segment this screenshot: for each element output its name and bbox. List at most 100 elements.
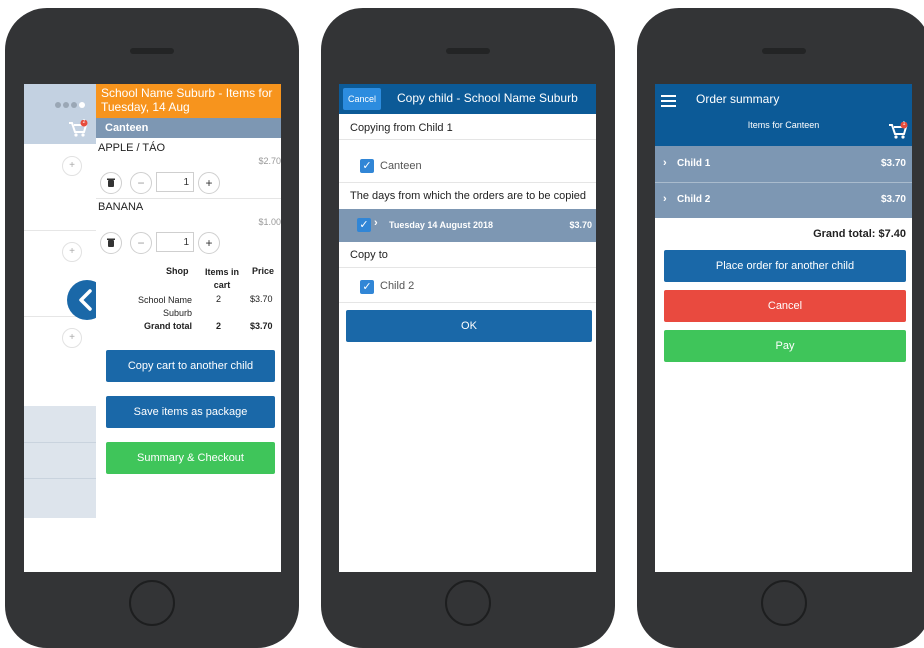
chevron-right-icon: ›	[374, 217, 378, 229]
day-row[interactable]: ✓ › Tuesday 14 August 2018 $3.70	[339, 209, 596, 242]
quantity-input[interactable]: 1	[156, 172, 194, 192]
cart-panel: School Name Suburb - Items for Tuesday, …	[96, 84, 281, 572]
check-icon: ✓	[362, 160, 372, 172]
check-icon: ✓	[359, 219, 369, 231]
day-price: $3.70	[569, 220, 592, 230]
copying-from-label: Copying from Child 1	[350, 122, 453, 134]
table-total-price: $3.70	[250, 321, 273, 331]
save-package-button[interactable]: Save items as package	[106, 396, 275, 428]
cart-item: APPLE / TÁO $2.70 − 1 +	[96, 138, 281, 199]
child-amount: $3.70	[880, 158, 906, 169]
hamburger-menu-icon[interactable]	[661, 94, 677, 108]
dialog-header: Cancel Copy child - School Name Suburb	[339, 84, 596, 114]
child-name: Child 2	[677, 194, 711, 205]
plus-button[interactable]: +	[198, 172, 220, 194]
cart-icon[interactable]: 1	[888, 121, 908, 140]
divider	[339, 302, 596, 303]
cart-panel-header: School Name Suburb - Items for Tuesday, …	[96, 84, 281, 118]
section-header: Canteen	[96, 118, 281, 138]
divider	[24, 442, 96, 443]
dots-icon	[54, 96, 88, 108]
trash-icon	[107, 178, 115, 187]
table-cell-price: $3.70	[250, 294, 273, 304]
plus-icon[interactable]: +	[62, 156, 82, 176]
child-checkbox[interactable]: ✓	[360, 280, 374, 294]
copy-cart-button[interactable]: Copy cart to another child	[106, 350, 275, 382]
home-button[interactable]	[129, 580, 175, 626]
child-row[interactable]: › Child 2 $3.70	[655, 183, 912, 218]
table-header-price: Price	[252, 266, 275, 276]
item-price: $2.70	[258, 156, 281, 166]
divider	[339, 267, 596, 268]
plus-button[interactable]: +	[198, 232, 220, 254]
trash-icon	[107, 238, 115, 247]
cart-icon[interactable]: 2	[68, 119, 88, 138]
trash-button[interactable]	[100, 172, 122, 194]
chevron-right-icon: ›	[663, 193, 667, 205]
trash-button[interactable]	[100, 232, 122, 254]
home-button[interactable]	[445, 580, 491, 626]
phone-frame-2: Cancel Copy child - School Name Suburb C…	[321, 8, 615, 648]
plus-icon[interactable]: +	[62, 242, 82, 262]
divider	[24, 230, 96, 231]
summary-header: Order summary Items for Canteen 1	[655, 84, 912, 146]
cart-panel-title: School Name Suburb - Items for Tuesday, …	[101, 86, 273, 114]
child-row[interactable]: › Child 1 $3.70	[655, 146, 912, 182]
canteen-label: Canteen	[380, 160, 422, 172]
summary-subtitle: Items for Canteen	[747, 120, 820, 130]
phone-1-screen: 2 + + + School Name Suburb - Items for T…	[24, 84, 281, 572]
table-header-items: Items in cart	[204, 267, 239, 290]
table-total-items: 2	[216, 321, 222, 331]
minus-button[interactable]: −	[130, 232, 152, 254]
minus-icon: −	[137, 176, 145, 190]
phone-frame-1: 2 + + + School Name Suburb - Items for T…	[5, 8, 299, 648]
child-amount: $3.70	[880, 194, 906, 205]
summary-title: Order summary	[696, 92, 780, 106]
cancel-button[interactable]: Cancel	[343, 88, 381, 110]
divider	[24, 478, 96, 479]
dialog-title: Copy child - School Name Suburb	[397, 91, 578, 105]
plus-icon: +	[205, 236, 213, 250]
plus-icon[interactable]: +	[62, 328, 82, 348]
summary-checkout-button[interactable]: Summary & Checkout	[106, 442, 275, 474]
ok-button[interactable]: OK	[346, 310, 592, 342]
minus-icon: −	[137, 236, 145, 250]
chevron-right-icon: ›	[663, 157, 667, 169]
item-name: BANANA	[98, 201, 144, 213]
plus-icon: +	[205, 176, 213, 190]
speaker-grille	[446, 48, 490, 54]
cart-badge: 1	[902, 121, 906, 127]
table-total-label: Grand total	[143, 321, 192, 331]
quantity-input[interactable]: 1	[156, 232, 194, 252]
background-list	[24, 144, 96, 406]
home-button[interactable]	[761, 580, 807, 626]
item-price: $1.00	[258, 217, 281, 227]
background-footer	[24, 406, 96, 518]
days-label: The days from which the orders are to be…	[350, 190, 587, 202]
table-header-shop: Shop	[166, 266, 189, 276]
copy-to-label: Copy to	[350, 249, 388, 261]
section-title: Canteen	[105, 122, 149, 134]
canteen-checkbox[interactable]: ✓	[360, 159, 374, 173]
phone-frame-3: Order summary Items for Canteen 1 › Chil…	[637, 8, 924, 648]
phone-2-screen: Cancel Copy child - School Name Suburb C…	[339, 84, 596, 572]
cancel-button[interactable]: Cancel	[664, 290, 906, 322]
minus-button[interactable]: −	[130, 172, 152, 194]
check-icon: ✓	[362, 281, 372, 293]
place-order-button[interactable]: Place order for another child	[664, 250, 906, 282]
divider	[339, 182, 596, 183]
speaker-grille	[762, 48, 806, 54]
child-name: Child 1	[677, 158, 711, 169]
cart-item: BANANA $1.00 − 1 +	[96, 199, 281, 257]
divider	[339, 139, 596, 140]
table-cell-shop: School Name Suburb	[137, 295, 192, 318]
cart-summary-table: Shop Items in cart Price School Name Sub…	[96, 266, 281, 338]
table-cell-items: 2	[216, 294, 222, 304]
grand-total: Grand total: $7.40	[813, 228, 906, 240]
cart-badge: 2	[82, 119, 86, 125]
speaker-grille	[130, 48, 174, 54]
phone-3-screen: Order summary Items for Canteen 1 › Chil…	[655, 84, 912, 572]
child-label: Child 2	[380, 280, 415, 292]
day-checkbox[interactable]: ✓	[357, 218, 371, 232]
pay-button[interactable]: Pay	[664, 330, 906, 362]
